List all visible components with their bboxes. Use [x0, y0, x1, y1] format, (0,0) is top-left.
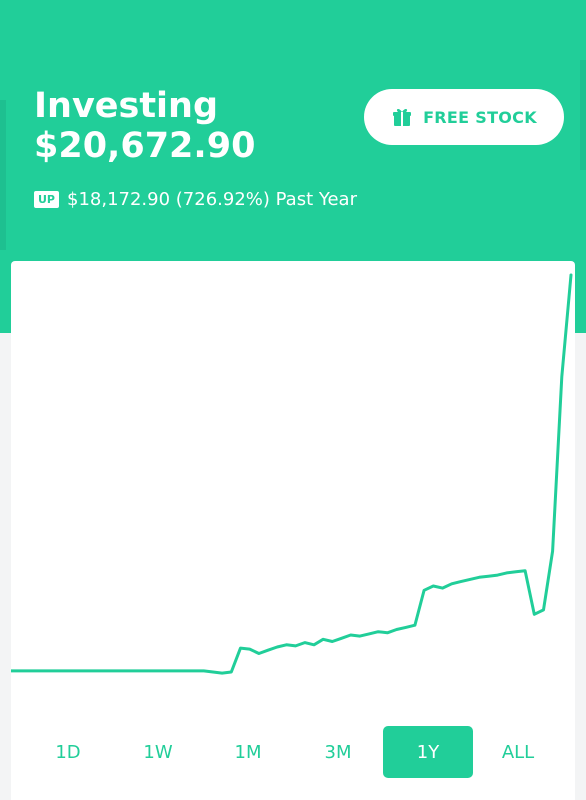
gift-icon	[393, 108, 412, 126]
portfolio-value: $20,672.90	[34, 126, 256, 166]
free-stock-button[interactable]: FREE STOCK	[364, 89, 564, 145]
adjacent-page-edge-right	[580, 60, 586, 170]
change-text: $18,172.90 (726.92%) Past Year	[67, 189, 357, 210]
up-badge: UP	[34, 191, 59, 208]
portfolio-change: UP $18,172.90 (726.92%) Past Year	[34, 189, 357, 210]
range-1d[interactable]: 1D	[23, 726, 113, 778]
range-all[interactable]: ALL	[473, 726, 563, 778]
adjacent-page-edge-left	[0, 100, 6, 250]
range-selector: 1D 1W 1M 3M 1Y ALL	[11, 726, 575, 778]
range-1w[interactable]: 1W	[113, 726, 203, 778]
range-3m[interactable]: 3M	[293, 726, 383, 778]
free-stock-label: FREE STOCK	[423, 107, 537, 127]
chart-card: 1D 1W 1M 3M 1Y ALL	[11, 261, 575, 800]
page-title: Investing	[34, 86, 219, 126]
range-1y[interactable]: 1Y	[383, 726, 473, 778]
portfolio-chart[interactable]	[11, 271, 575, 731]
range-1m[interactable]: 1M	[203, 726, 293, 778]
portfolio-line	[11, 273, 573, 675]
